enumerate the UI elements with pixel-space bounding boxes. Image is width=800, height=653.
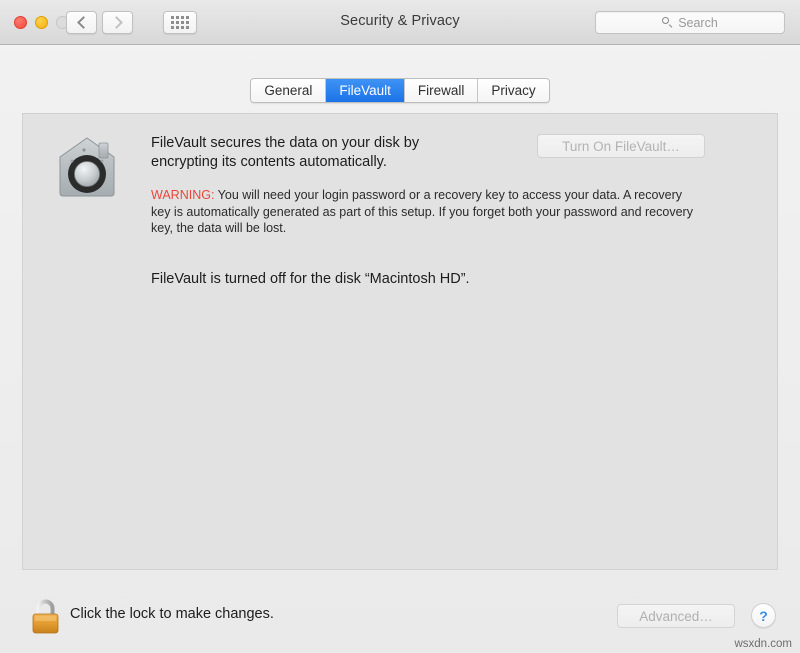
- advanced-button[interactable]: Advanced…: [617, 604, 735, 628]
- filevault-warning: WARNING: You will need your login passwo…: [151, 187, 698, 237]
- filevault-status: FileVault is turned off for the disk “Ma…: [151, 271, 470, 287]
- filevault-description: FileVault secures the data on your disk …: [151, 135, 420, 170]
- search-input[interactable]: Search: [595, 11, 785, 34]
- warning-label: WARNING:: [151, 188, 215, 202]
- tab-filevault[interactable]: FileVault: [326, 79, 405, 102]
- tab-privacy[interactable]: Privacy: [478, 79, 549, 102]
- filevault-house-icon: [59, 137, 115, 197]
- turn-on-filevault-button[interactable]: Turn On FileVault…: [537, 134, 705, 158]
- tab-firewall[interactable]: Firewall: [404, 79, 479, 102]
- search-placeholder: Search: [678, 15, 718, 30]
- title-bar: Security & Privacy Search: [0, 0, 800, 45]
- closed-padlock-icon[interactable]: [30, 597, 61, 635]
- warning-body: You will need your login password or a r…: [151, 188, 693, 235]
- system-preferences-window: Security & Privacy Search General FileVa…: [0, 0, 800, 653]
- help-button[interactable]: ?: [751, 603, 776, 628]
- tab-general[interactable]: General: [251, 79, 327, 102]
- tab-bar: General FileVault Firewall Privacy: [0, 78, 800, 103]
- watermark: wsxdn.com: [734, 638, 792, 650]
- search-icon: [662, 17, 673, 28]
- lock-instruction-text: Click the lock to make changes.: [70, 606, 274, 622]
- content-panel: [22, 113, 778, 570]
